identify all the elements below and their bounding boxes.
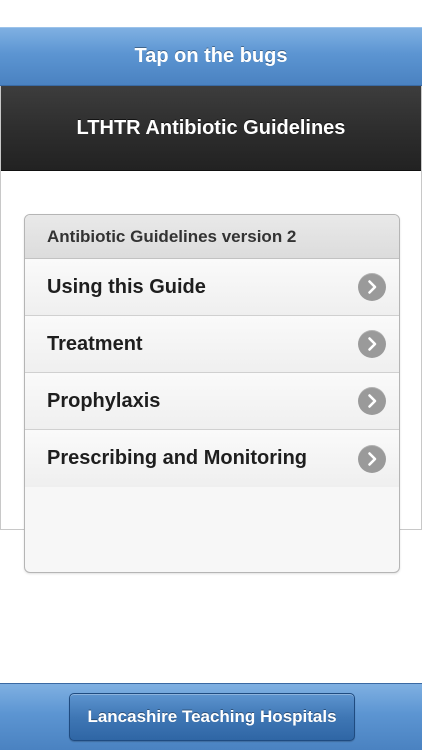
chevron-right-icon xyxy=(358,273,386,301)
header-bar: Tap on the bugs xyxy=(0,27,422,86)
lancashire-hospitals-button[interactable]: Lancashire Teaching Hospitals xyxy=(69,693,355,741)
list-item-prescribing-and-monitoring[interactable]: Prescribing and Monitoring xyxy=(25,430,399,487)
status-bar-area xyxy=(0,0,422,27)
header-title: Tap on the bugs xyxy=(134,45,288,67)
list-item-prophylaxis[interactable]: Prophylaxis xyxy=(25,373,399,430)
list-item-label: Using this Guide xyxy=(47,275,206,298)
list-divider: Antibiotic Guidelines version 2 xyxy=(25,215,399,259)
footer-bar: Lancashire Teaching Hospitals xyxy=(0,683,422,750)
banner-title: LTHTR Antibiotic Guidelines xyxy=(76,116,346,139)
chevron-right-icon xyxy=(358,444,386,473)
list-item-label: Prescribing and Monitoring xyxy=(47,447,308,469)
list-item-treatment[interactable]: Treatment xyxy=(25,316,399,373)
content-frame: LTHTR Antibiotic Guidelines Antibiotic G… xyxy=(0,86,422,573)
chevron-right-icon xyxy=(358,330,386,358)
list-item-using-this-guide[interactable]: Using this Guide xyxy=(25,259,399,316)
list-item-label: Prophylaxis xyxy=(47,389,161,412)
chevron-right-icon xyxy=(358,387,386,415)
list-item-label: Treatment xyxy=(47,332,143,355)
app-screen: Tap on the bugs LTHTR Antibiotic Guideli… xyxy=(0,0,422,750)
guidelines-banner: LTHTR Antibiotic Guidelines xyxy=(1,86,421,171)
guidelines-list: Antibiotic Guidelines version 2 Using th… xyxy=(24,214,400,573)
